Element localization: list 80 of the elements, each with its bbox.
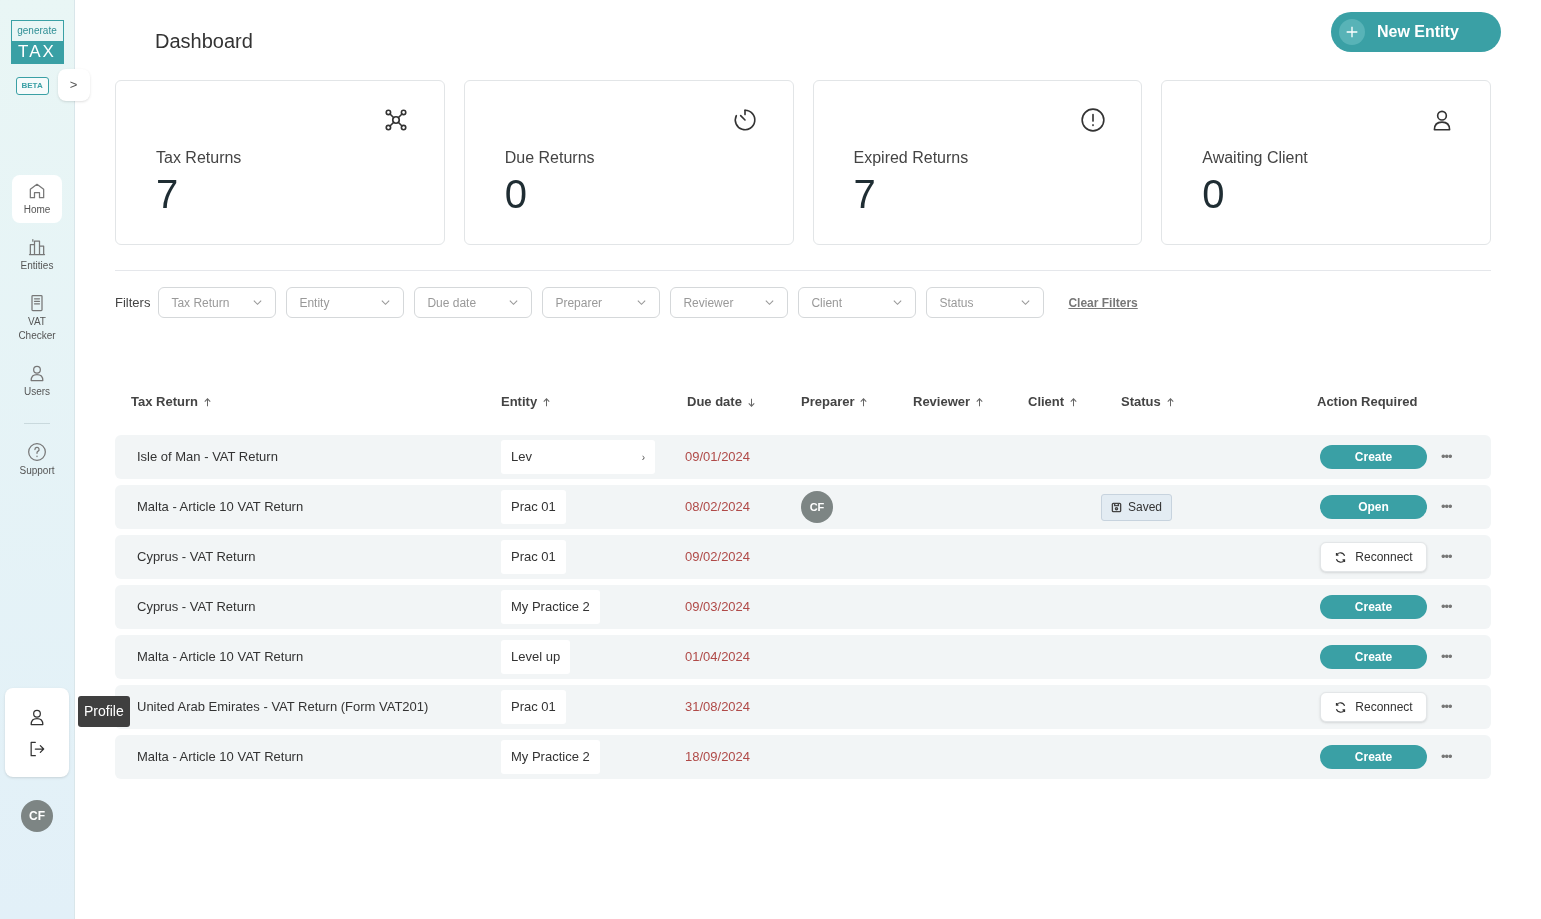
- column-header[interactable]: Status: [1121, 392, 1317, 412]
- table-row[interactable]: Cyprus - VAT Return Prac 01 09/02/2024 Reconnect •••: [115, 535, 1491, 579]
- more-button[interactable]: •••: [1441, 447, 1452, 467]
- due-date: 01/04/2024: [685, 648, 752, 667]
- column-header[interactable]: Due date: [687, 392, 801, 412]
- nav-item[interactable]: Home: [12, 175, 62, 223]
- plus-icon: [1339, 19, 1365, 45]
- nav-item[interactable]: Support: [12, 442, 62, 478]
- stat-label: Awaiting Client: [1202, 148, 1309, 168]
- entity-chip: Prac 01: [501, 490, 566, 524]
- chevron-down-icon: [380, 297, 392, 308]
- refresh-icon: [1334, 550, 1348, 564]
- entity-chip: Lev ›: [501, 440, 655, 474]
- more-button[interactable]: •••: [1441, 697, 1452, 717]
- chevron-down-icon: [892, 297, 904, 308]
- stat-value: 7: [853, 171, 877, 218]
- avatar: CF: [801, 491, 833, 523]
- avatar[interactable]: CF: [21, 800, 53, 832]
- chevron-down-icon: [764, 297, 776, 308]
- buildings-icon: [27, 237, 47, 257]
- chevron-down-icon: [636, 297, 648, 308]
- beta-badge: BETA: [15, 77, 49, 95]
- column-header[interactable]: Tax Return: [131, 392, 501, 412]
- chevron-down-icon: [1020, 297, 1032, 308]
- table-row[interactable]: Malta - Article 10 VAT Return Level up 01/04/2024 Create •••: [115, 635, 1491, 679]
- table-row[interactable]: Cyprus - VAT Return My Practice 2 09/03/2024 Create •••: [115, 585, 1491, 629]
- due-date: 08/02/2024: [685, 498, 752, 517]
- more-button[interactable]: •••: [1441, 647, 1452, 667]
- status-badge: Saved: [1101, 493, 1173, 521]
- due-date: 31/08/2024: [685, 698, 752, 717]
- table-cell-text: Isle of Man - VAT Return: [137, 448, 279, 467]
- table-row[interactable]: Isle of Man - VAT Return Lev › 09/01/2024 Create •••: [115, 435, 1491, 479]
- column-header[interactable]: Action Required: [1317, 392, 1491, 412]
- entity-chip: Prac 01: [501, 540, 566, 574]
- table-row[interactable]: Malta - Article 10 VAT Return My Practice 2 18/09/2024 Create •••: [115, 735, 1491, 779]
- refresh-icon: [1334, 700, 1348, 714]
- reconnect-button[interactable]: Reconnect: [1320, 692, 1427, 722]
- more-button[interactable]: •••: [1441, 597, 1452, 617]
- entity-chip: My Practice 2: [501, 590, 600, 624]
- table-row[interactable]: Malta - Article 10 VAT Return Prac 01 08/02/2024 CF Saved Open •••: [115, 485, 1491, 529]
- nav-item[interactable]: VAT Checker: [12, 287, 62, 349]
- more-button[interactable]: •••: [1441, 747, 1452, 767]
- expand-button[interactable]: >: [57, 69, 90, 101]
- column-header[interactable]: Reviewer: [913, 392, 1028, 412]
- chevron-down-icon: [508, 297, 520, 308]
- column-header[interactable]: Entity: [501, 392, 687, 412]
- profile-tooltip: Profile: [78, 696, 130, 727]
- nav-item[interactable]: Entities: [12, 231, 62, 279]
- stat-label: Expired Returns: [853, 148, 970, 168]
- more-button[interactable]: •••: [1441, 547, 1452, 567]
- table-cell-text: Cyprus - VAT Return: [137, 598, 257, 617]
- entity-chip: Prac 01: [501, 690, 566, 724]
- column-header[interactable]: Client: [1028, 392, 1121, 412]
- stat-value: 0: [504, 171, 528, 218]
- table-cell-text: Malta - Article 10 VAT Return: [137, 498, 305, 517]
- table-cell-text: Malta - Article 10 VAT Return: [137, 748, 305, 767]
- filters-label: Filters: [115, 293, 151, 312]
- table-cell-text: United Arab Emirates - VAT Return (Form VAT201): [137, 698, 430, 717]
- entity-chip: My Practice 2: [501, 740, 600, 774]
- home-icon: [27, 181, 47, 201]
- stat-value: 7: [156, 171, 180, 218]
- stat-label: Due Returns: [504, 148, 596, 168]
- stat-value: 0: [1202, 171, 1226, 218]
- column-header[interactable]: Preparer: [801, 392, 913, 412]
- clear-filters-link[interactable]: Clear Filters: [1068, 293, 1138, 312]
- table-cell-text: Cyprus - VAT Return: [137, 548, 257, 567]
- entity-chip: Level up: [501, 640, 571, 674]
- due-date: 18/09/2024: [685, 748, 752, 767]
- logo: generate TAX: [10, 20, 64, 64]
- stat-label: Tax Returns: [156, 148, 243, 168]
- chevron-down-icon: [252, 297, 264, 308]
- due-date: 09/03/2024: [685, 598, 752, 617]
- due-date: 09/02/2024: [685, 548, 752, 567]
- more-button[interactable]: •••: [1441, 497, 1452, 517]
- reconnect-button[interactable]: Reconnect: [1320, 542, 1427, 572]
- table-cell-text: Malta - Article 10 VAT Return: [137, 648, 305, 667]
- page-title: Dashboard: [155, 29, 253, 54]
- help-icon: [27, 442, 47, 462]
- due-date: 09/01/2024: [685, 448, 752, 467]
- nav-item[interactable]: Users: [12, 357, 62, 405]
